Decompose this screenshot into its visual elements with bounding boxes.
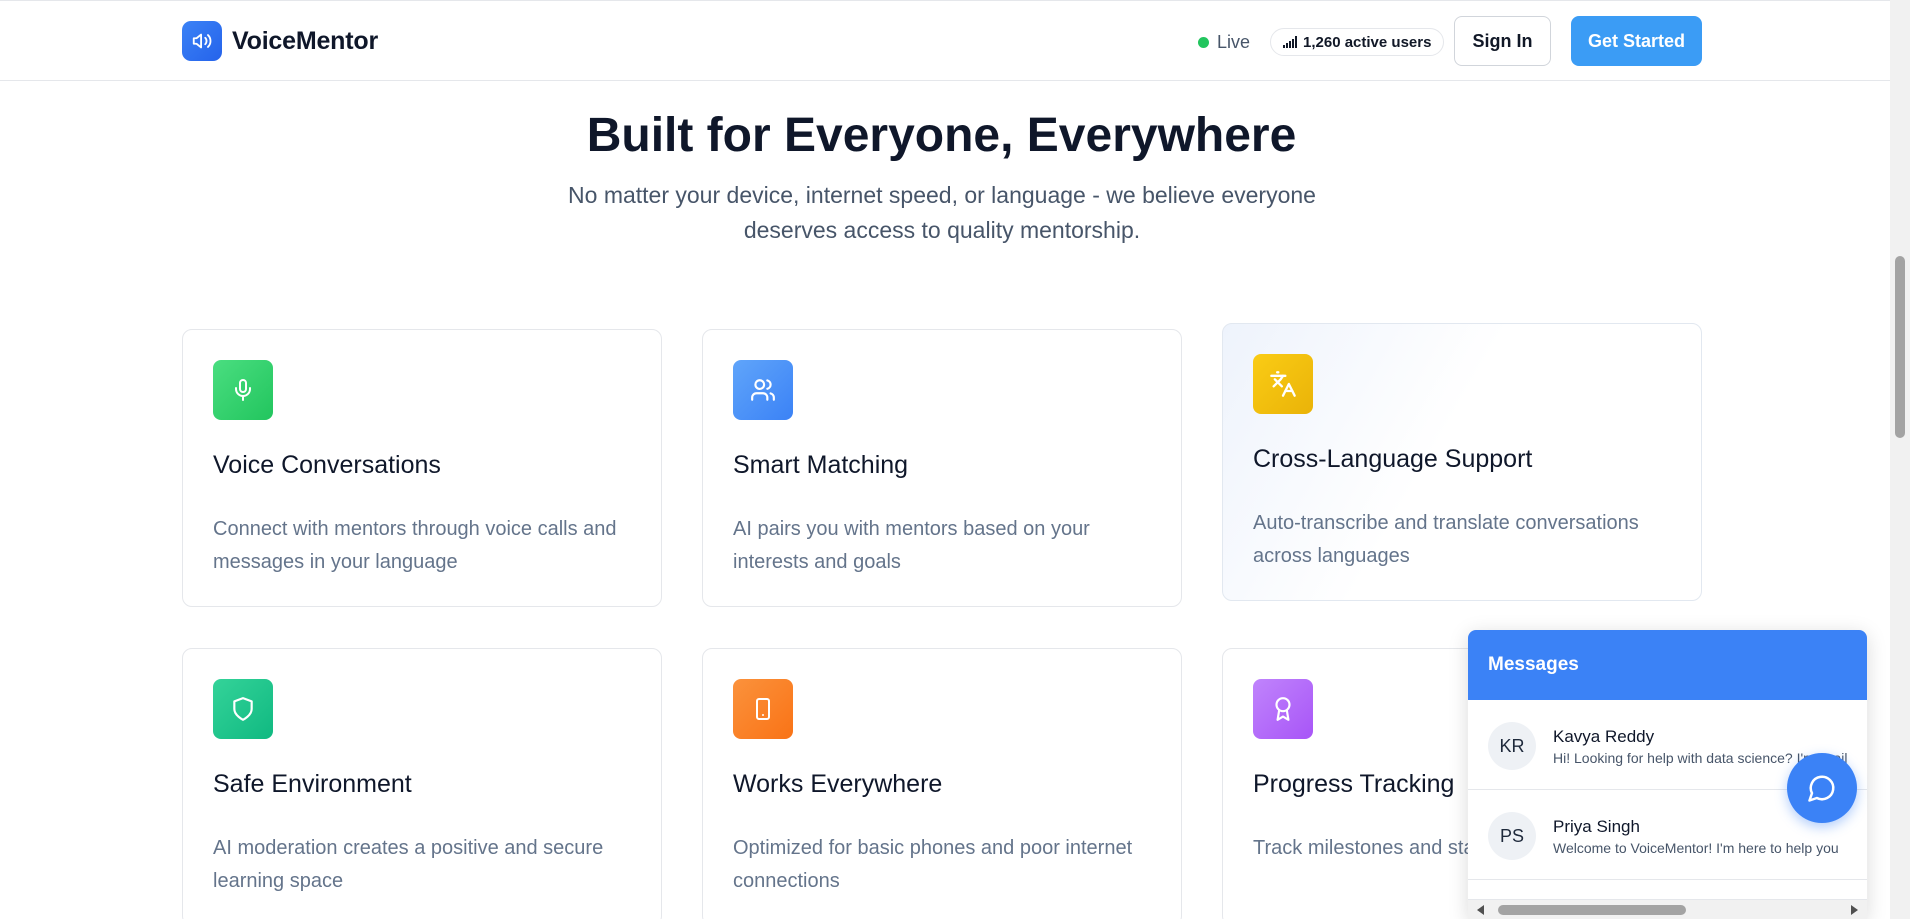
conversation-preview: Welcome to VoiceMentor! I'm here to help… <box>1553 840 1839 856</box>
feature-description: Optimized for basic phones and poor inte… <box>733 837 1133 892</box>
get-started-button[interactable]: Get Started <box>1571 16 1702 66</box>
feature-card-voice-conversations: Voice Conversations Connect with mentors… <box>182 329 662 607</box>
feature-title: Voice Conversations <box>213 451 441 479</box>
scroll-left-arrow-icon[interactable] <box>1477 905 1484 915</box>
feature-title: Safe Environment <box>213 770 412 798</box>
feature-description: Connect with mentors through voice calls… <box>213 518 617 573</box>
scroll-right-arrow-icon[interactable] <box>1851 905 1858 915</box>
feature-title: Works Everywhere <box>733 770 943 798</box>
live-indicator: Live <box>1198 32 1250 53</box>
feature-description: AI moderation creates a positive and sec… <box>213 837 604 892</box>
conversation-name: Kavya Reddy <box>1553 727 1655 746</box>
top-navbar: VoiceMentor Live 1,260 active users Sign… <box>0 0 1890 81</box>
messages-title: Messages <box>1468 630 1867 700</box>
feature-title: Progress Tracking <box>1253 770 1455 798</box>
feature-card-smart-matching: Smart Matching AI pairs you with mentors… <box>702 329 1182 607</box>
section-subtitle: No matter your device, internet speed, o… <box>568 182 1316 243</box>
chat-button[interactable] <box>1787 753 1857 823</box>
users-icon <box>733 360 793 420</box>
feature-title: Smart Matching <box>733 451 909 479</box>
award-icon <box>1253 679 1313 739</box>
horizontal-scrollbar[interactable] <box>1468 899 1867 919</box>
active-users-badge: 1,260 active users <box>1270 28 1445 56</box>
chat-bubble-icon <box>1808 775 1835 802</box>
brand-logo[interactable]: VoiceMentor <box>182 21 378 61</box>
live-dot-icon <box>1198 37 1209 48</box>
page-scrollbar-thumb[interactable] <box>1895 256 1905 438</box>
feature-description: Auto-transcribe and translate conversati… <box>1253 512 1639 567</box>
translate-icon <box>1253 354 1313 414</box>
section-title: Built for Everyone, Everywhere <box>586 109 1297 162</box>
feature-title: Cross-Language Support <box>1253 445 1533 473</box>
phone-icon <box>733 679 793 739</box>
live-label: Live <box>1217 32 1251 52</box>
page-scrollbar[interactable] <box>1890 0 1910 919</box>
sign-in-button[interactable]: Sign In <box>1454 16 1551 66</box>
feature-card-safe-environment: Safe Environment AI moderation creates a… <box>182 648 662 919</box>
brand-name: VoiceMentor <box>232 26 378 55</box>
avatar: PS <box>1488 812 1536 860</box>
active-users-count: 1,260 active users <box>1303 33 1432 51</box>
shield-icon <box>213 679 273 739</box>
feature-card-cross-language: Cross-Language Support Auto-transcribe a… <box>1222 323 1702 601</box>
conversation-name: Priya Singh <box>1553 817 1640 836</box>
signal-icon <box>1283 36 1297 48</box>
feature-description: AI pairs you with mentors based on your … <box>733 518 1090 573</box>
speaker-icon <box>182 21 222 61</box>
feature-card-works-everywhere: Works Everywhere Optimized for basic pho… <box>702 648 1182 919</box>
scrollbar-thumb[interactable] <box>1498 905 1686 915</box>
microphone-icon <box>213 360 273 420</box>
avatar: KR <box>1488 722 1536 770</box>
